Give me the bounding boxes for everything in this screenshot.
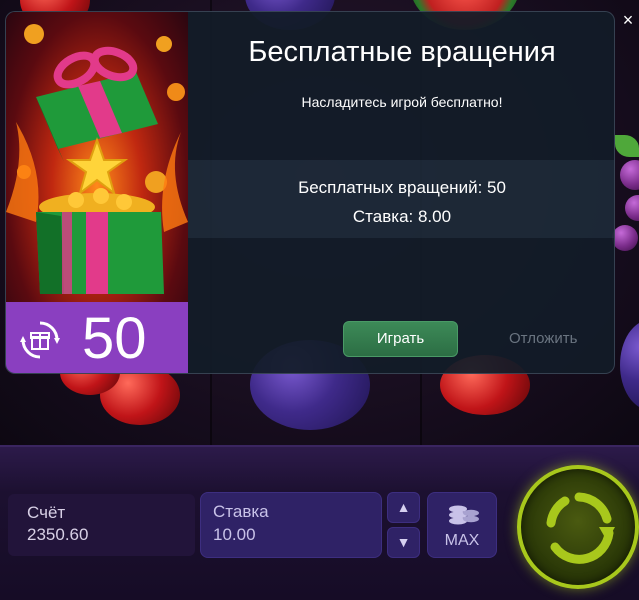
max-bet-label: MAX [444,532,480,549]
game-control-bar: Счёт 2350.60 Ставка 10.00 ▲ ▼ MAX [0,445,639,600]
balance-value: 2350.60 [27,525,89,544]
dialog-subtitle: Насладитесь игрой бесплатно! [301,94,503,110]
grape-symbol [620,160,639,190]
leaf-decoration [615,135,639,157]
bet-panel: Ставка 10.00 [200,492,382,558]
balance-label: Счёт [27,503,66,522]
grape-symbol [625,195,639,221]
grape-symbol [612,225,638,251]
max-bet-button[interactable]: MAX [427,492,497,558]
coin-stack-icon [449,505,479,525]
gift-spin-icon [20,321,60,359]
spin-button[interactable] [517,465,639,589]
free-spins-count: 50 [82,306,147,371]
balance-panel: Счёт 2350.60 [8,494,195,556]
play-button[interactable]: Играть [343,321,458,357]
arrow-down-icon: ▼ [396,534,411,550]
bet-label: Ставка [213,502,269,521]
plum-symbol [620,320,639,410]
gift-promo-image [6,12,188,302]
bet-decrease-button[interactable]: ▼ [387,527,420,558]
free-spins-counter: 50 [6,302,188,373]
close-icon[interactable]: × [619,11,637,29]
arrow-up-icon: ▲ [396,499,411,515]
spin-arrows-icon [546,492,615,564]
postpone-button[interactable]: Отложить [509,330,577,347]
free-spins-stake: Ставка: 8.00 [352,207,452,226]
bet-value: 10.00 [213,525,256,544]
gift-box-illustration [6,24,188,294]
dialog-title: Бесплатные вращения [248,36,556,68]
free-spins-dialog: 50 Бесплатные вращения Насладитесь игрой… [5,11,615,374]
free-spins-amount: Бесплатных вращений: 50 [298,178,506,197]
bet-increase-button[interactable]: ▲ [387,492,420,523]
